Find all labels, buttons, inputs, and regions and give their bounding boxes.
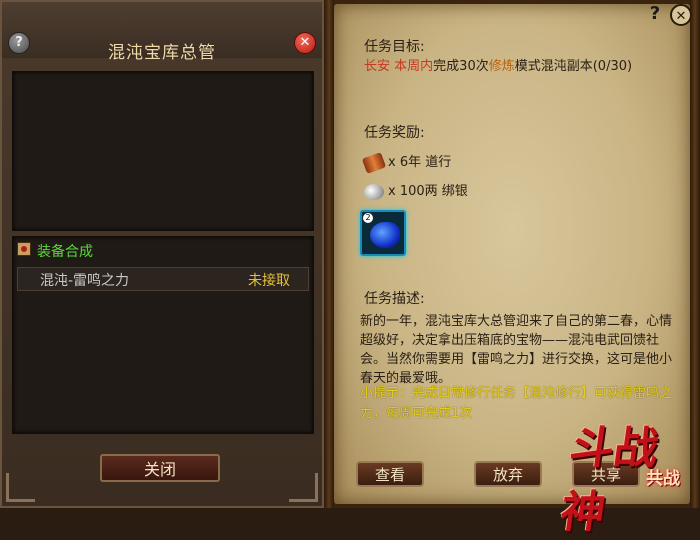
help-icon[interactable]: ? bbox=[646, 4, 664, 24]
daoxing-scroll-icon bbox=[361, 151, 387, 174]
dialog-title: 混沌宝库总管 bbox=[108, 43, 216, 63]
reward-heading: 任务奖励: bbox=[364, 125, 425, 141]
target-text-1: 完成30次 bbox=[433, 59, 489, 74]
view-button[interactable]: 查看 bbox=[356, 461, 424, 487]
target-period: 本周内 bbox=[394, 59, 434, 74]
quest-category[interactable]: 装备合成 bbox=[13, 237, 313, 263]
reward-silver-text: x 100两 绑银 bbox=[388, 184, 468, 199]
blue-orb-item-icon bbox=[370, 222, 400, 248]
quest-detail-scroll: ? ✕ 任务目标: 长安 本周内完成30次修炼模式混沌副本(0/30) 任务奖励… bbox=[324, 0, 700, 538]
item-count-badge: 2 bbox=[363, 213, 373, 223]
game-logo: 斗战神 共战 bbox=[557, 412, 698, 538]
target-text-2: 模式混沌副本(0/30) bbox=[514, 59, 633, 74]
target-text: 长安 本周内完成30次修炼模式混沌副本(0/30) bbox=[364, 57, 664, 77]
close-button[interactable]: 关闭 bbox=[100, 454, 220, 482]
quest-list-item[interactable]: 混沌-雷鸣之力 未接取 bbox=[17, 267, 309, 291]
quest-status: 未接取 bbox=[248, 273, 290, 289]
target-mode: 修炼 bbox=[488, 59, 515, 74]
frame-corner bbox=[6, 473, 35, 502]
frame-corner bbox=[289, 473, 318, 502]
abandon-button[interactable]: 放弃 bbox=[474, 461, 542, 487]
close-icon[interactable]: ✕ bbox=[670, 4, 692, 26]
target-heading: 任务目标: bbox=[364, 39, 425, 55]
quest-list: 装备合成 混沌-雷鸣之力 未接取 bbox=[12, 236, 314, 434]
quest-description: 新的一年，混沌宝库大总管迎来了自己的第二春，心情超级好，决定拿出压箱底的宝物——… bbox=[360, 314, 673, 386]
silver-ingot-icon bbox=[364, 183, 384, 200]
quest-name: 混沌-雷鸣之力 bbox=[40, 273, 130, 289]
category-icon bbox=[17, 242, 31, 256]
logo-sub-text: 共战 bbox=[646, 469, 680, 489]
reward-daoxing-text: x 6年 道行 bbox=[388, 155, 452, 170]
reward-item-slot[interactable]: 2 bbox=[360, 210, 406, 256]
desc-heading: 任务描述: bbox=[364, 291, 425, 307]
npc-dialog-area bbox=[12, 71, 314, 231]
reward-silver: x 100两 绑银 bbox=[364, 180, 468, 200]
reward-daoxing: x 6年 道行 bbox=[361, 151, 452, 174]
scroll-binding bbox=[324, 0, 334, 508]
treasury-manager-dialog: ? ✕ 混沌宝库总管 装备合成 混沌-雷鸣之力 未接取 关闭 bbox=[0, 0, 324, 508]
target-location: 长安 bbox=[364, 59, 391, 74]
category-label: 装备合成 bbox=[37, 244, 93, 260]
